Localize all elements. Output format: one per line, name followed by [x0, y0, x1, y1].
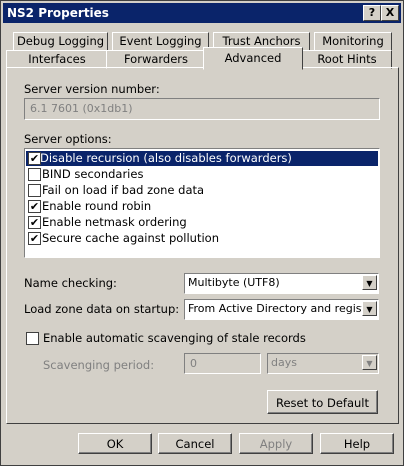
tab-advanced[interactable]: Advanced — [203, 47, 303, 70]
reset-to-default-button[interactable]: Reset to Default — [267, 390, 378, 414]
option-label: Secure cache against pollution — [42, 231, 219, 245]
scavenging-unit-value: days — [271, 356, 297, 369]
scavenging-period-label: Scavenging period: — [43, 358, 155, 372]
title-bar: NS2 Properties ? X — [3, 3, 401, 23]
option-label: Enable netmask ordering — [42, 215, 187, 229]
server-options-list: ✔ Disable recursion (also disables forwa… — [24, 148, 380, 258]
option-label: Fail on load if bad zone data — [42, 183, 205, 197]
help-icon[interactable]: ? — [363, 5, 381, 21]
tab-debug-logging[interactable]: Debug Logging — [13, 32, 108, 51]
checkbox-bind-secondaries[interactable] — [28, 168, 41, 181]
tab-monitoring[interactable]: Monitoring — [314, 32, 392, 51]
cancel-button[interactable]: Cancel — [158, 433, 232, 454]
options-label: Server options: — [24, 132, 112, 146]
option-disable-recursion[interactable]: ✔ Disable recursion (also disables forwa… — [26, 151, 378, 166]
scavenging-unit-select: days ▼ — [267, 353, 379, 374]
chevron-down-icon[interactable]: ▼ — [362, 301, 377, 316]
option-label: BIND secondaries — [42, 167, 144, 181]
version-field: 6.1 7601 (0x1db1) — [24, 98, 380, 120]
scavenging-label[interactable]: Enable automatic scavenging of stale rec… — [43, 331, 306, 345]
ok-button[interactable]: OK — [78, 433, 152, 454]
window-title: NS2 Properties — [7, 6, 109, 20]
option-label: Disable recursion (also disables forward… — [40, 151, 292, 165]
checkbox-fail-on-load[interactable] — [28, 184, 41, 197]
chevron-down-icon: ▼ — [362, 355, 377, 370]
name-checking-label: Name checking: — [24, 276, 117, 290]
close-icon[interactable]: X — [381, 5, 399, 21]
version-label: Server version number: — [24, 82, 160, 96]
checkbox-netmask-ordering[interactable]: ✔ — [28, 216, 41, 229]
help-button[interactable]: Help — [320, 433, 394, 454]
load-zone-value: From Active Directory and registry — [188, 302, 377, 315]
load-zone-label: Load zone data on startup: — [24, 302, 180, 316]
name-checking-select[interactable]: Multibyte (UTF8) ▼ — [184, 273, 379, 294]
chevron-down-icon[interactable]: ▼ — [362, 275, 377, 290]
tab-event-logging[interactable]: Event Logging — [112, 32, 209, 51]
name-checking-value: Multibyte (UTF8) — [188, 276, 280, 289]
option-label: Enable round robin — [42, 199, 152, 213]
checkbox-secure-cache[interactable]: ✔ — [28, 232, 41, 245]
scavenging-period-field: 0 — [184, 353, 261, 374]
properties-window: NS2 Properties ? X Debug Logging Event L… — [0, 0, 404, 466]
load-zone-select[interactable]: From Active Directory and registry ▼ — [184, 299, 379, 320]
apply-button: Apply — [239, 433, 313, 454]
checkbox-round-robin[interactable]: ✔ — [28, 200, 41, 213]
scavenging-checkbox[interactable] — [26, 332, 39, 345]
